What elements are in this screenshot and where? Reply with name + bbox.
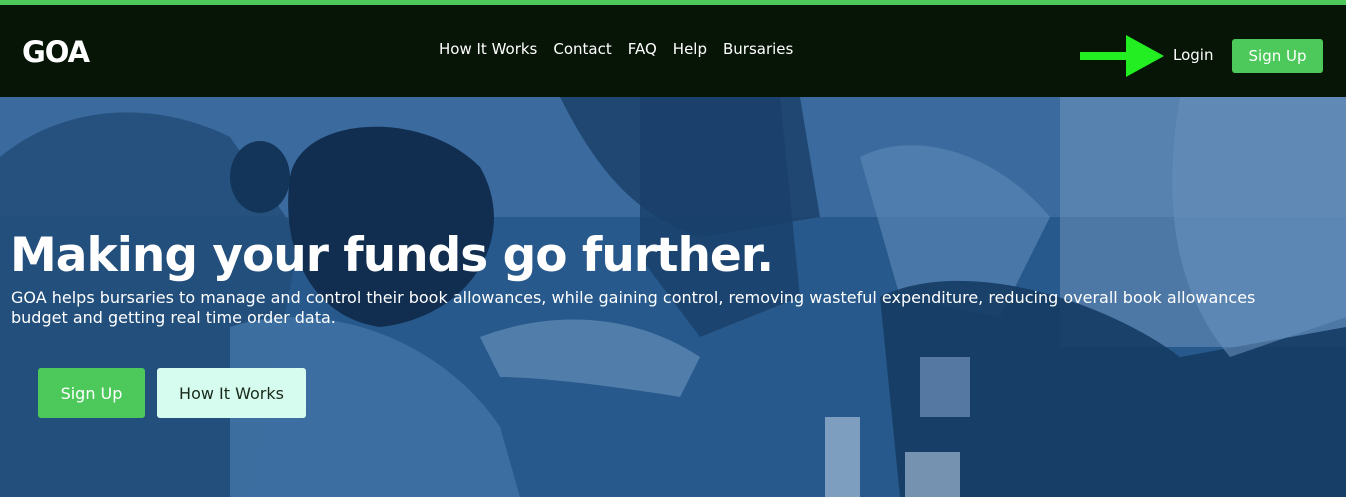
hero-headline: Making your funds go further. bbox=[10, 228, 774, 283]
nav-link-bursaries[interactable]: Bursaries bbox=[723, 40, 793, 58]
green-arrow-icon bbox=[1080, 35, 1164, 77]
nav-signup-button[interactable]: Sign Up bbox=[1232, 39, 1323, 73]
hero-how-it-works-button[interactable]: How It Works bbox=[157, 368, 306, 418]
hero-signup-button[interactable]: Sign Up bbox=[38, 368, 145, 418]
nav-link-faq[interactable]: FAQ bbox=[628, 40, 657, 58]
login-link[interactable]: Login bbox=[1173, 46, 1213, 64]
hero-subtext: GOA helps bursaries to manage and contro… bbox=[11, 288, 1256, 327]
navbar: GOA How It Works Contact FAQ Help Bursar… bbox=[0, 5, 1346, 97]
logo[interactable]: GOA bbox=[22, 35, 90, 69]
main-nav: How It Works Contact FAQ Help Bursaries bbox=[439, 40, 793, 58]
hero-section: Making your funds go further. GOA helps … bbox=[0, 97, 1346, 497]
nav-link-contact[interactable]: Contact bbox=[553, 40, 611, 58]
nav-link-how-it-works[interactable]: How It Works bbox=[439, 40, 537, 58]
nav-link-help[interactable]: Help bbox=[673, 40, 707, 58]
